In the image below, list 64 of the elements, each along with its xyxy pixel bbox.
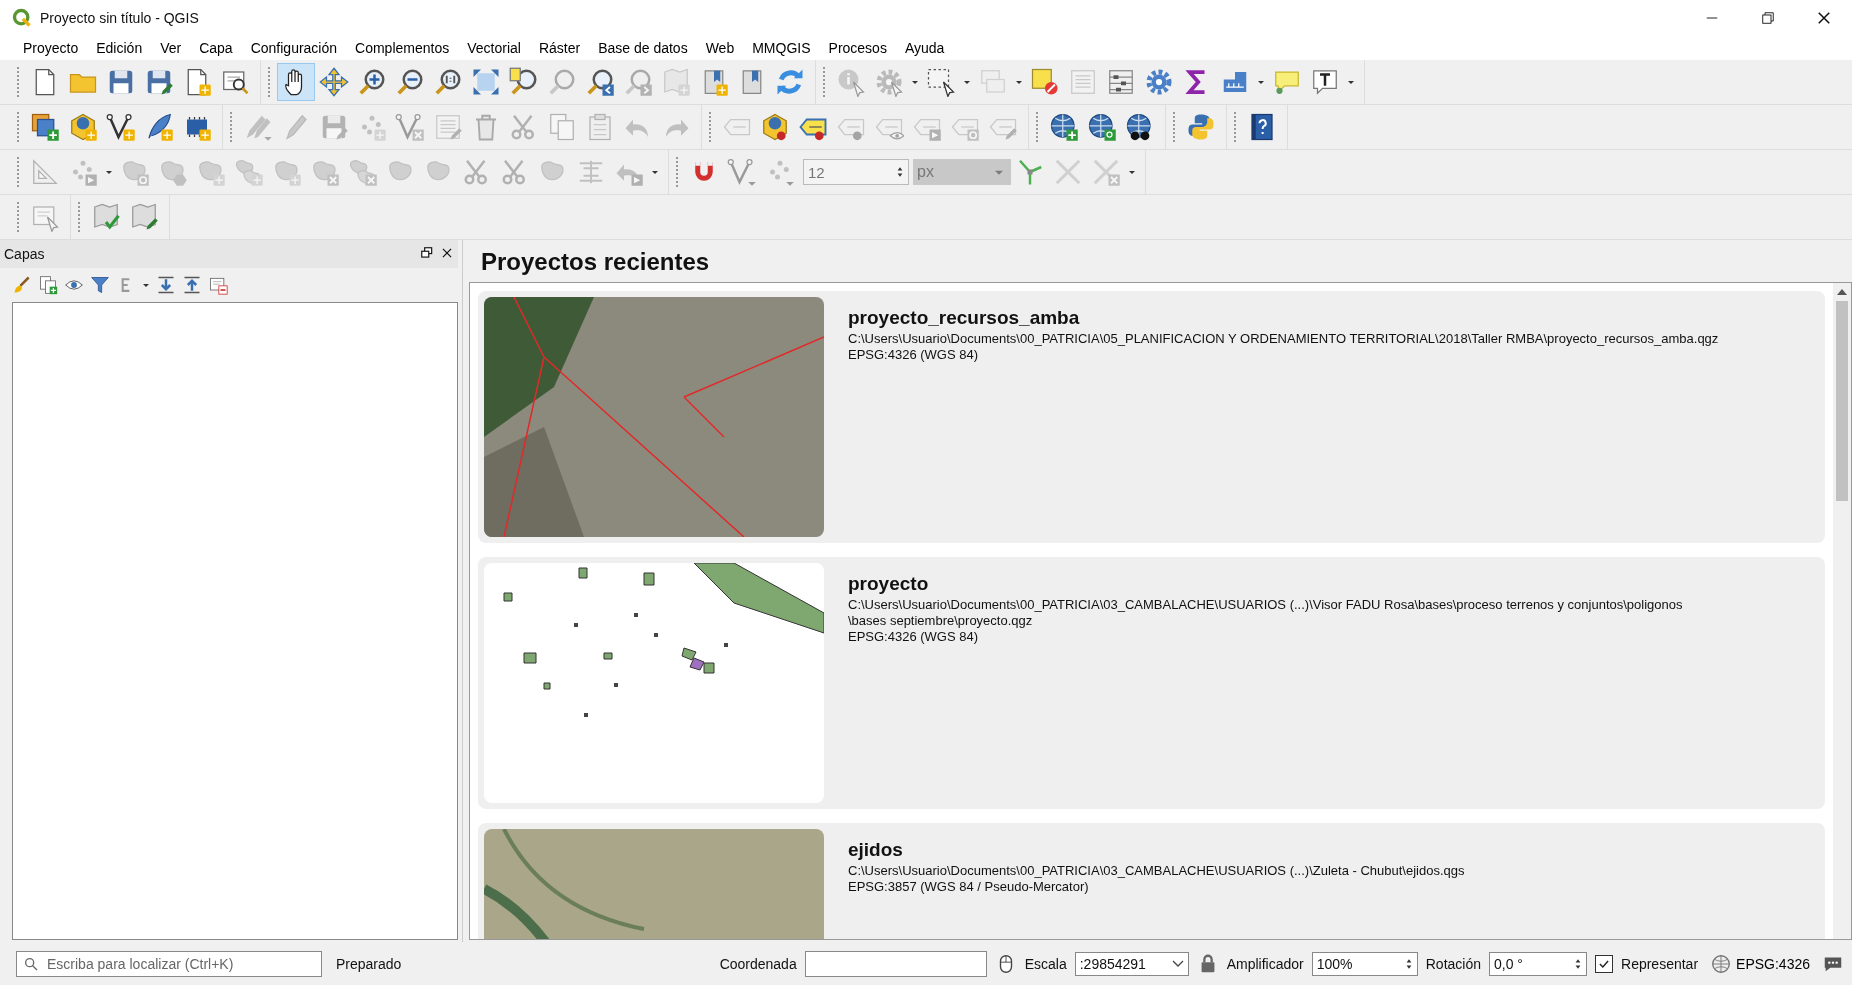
toolbar-handle[interactable]	[1172, 111, 1176, 143]
menu-item[interactable]: Web	[696, 38, 744, 58]
scroll-up-icon[interactable]	[1837, 289, 1847, 295]
menu-item[interactable]: Ráster	[529, 38, 590, 58]
panel-title: Capas	[4, 246, 46, 262]
chevron-down-icon[interactable]	[1171, 959, 1184, 968]
menu-item[interactable]: Ayuda	[895, 38, 954, 58]
locator-search-field[interactable]: Escriba para localizar (Ctrl+K)	[16, 950, 322, 977]
magnifier-label: Amplificador	[1226, 955, 1304, 972]
toolbar-handle[interactable]	[16, 201, 20, 233]
menu-item[interactable]: Proyecto	[14, 38, 88, 58]
project-path: C:\Users\Usuario\Documents\00_PATRICIA\03_CAMBALACHE\USUARIOS (...)\Zuleta - Chubut\ejidos.qgs	[848, 863, 1465, 879]
project-path: \bases septiembre\proyecto.qgz	[848, 613, 1034, 629]
menu-item[interactable]: Edición	[87, 38, 152, 58]
menu-item[interactable]: Capa	[190, 38, 242, 58]
toolbar-handle[interactable]	[708, 111, 712, 143]
menu-item[interactable]: Procesos	[819, 38, 896, 58]
toolbar-handle[interactable]	[1233, 111, 1237, 143]
project-name: proyecto	[848, 573, 930, 595]
toolbar-handle[interactable]	[822, 66, 826, 98]
toolbar-handle[interactable]	[16, 66, 20, 98]
qgis-logo-icon	[12, 8, 32, 28]
toolbar-handle[interactable]	[229, 111, 233, 143]
rotation-spinbox[interactable]: 0,0 °	[1489, 951, 1587, 976]
toolbar-handle[interactable]	[1035, 111, 1039, 143]
coordinate-field[interactable]	[804, 950, 987, 977]
scroll-thumb[interactable]	[1836, 301, 1848, 501]
menu-item[interactable]: Vectorial	[458, 38, 530, 58]
search-icon	[23, 955, 39, 972]
toolbar-handle[interactable]	[675, 156, 679, 188]
project-crs: EPSG:4326 (WGS 84)	[848, 347, 980, 363]
toolbar-handle[interactable]	[77, 201, 81, 233]
window-title: Proyecto sin título - QGIS	[40, 10, 199, 26]
menu-item[interactable]: Ver	[151, 38, 191, 58]
toolbar-handle[interactable]	[267, 66, 271, 98]
scale-label: Escala	[1024, 955, 1067, 972]
menu-item[interactable]: Complementos	[346, 38, 459, 58]
scale-dropdown[interactable]: :29854291	[1074, 951, 1189, 976]
hand-icon[interactable]	[277, 63, 315, 101]
project-card[interactable]: ejidos C:\Users\Usuario\Documents\00_PATRICIA\03_CAMBALACHE\USUARIOS (...)\Zuleta - Chubut\ejidos.qgs EPSG:3857 (WGS 84 / Pseudo-Mercator)	[478, 823, 1825, 939]
status-message: Preparado	[336, 955, 402, 972]
crs-button[interactable]: EPSG:4326	[1706, 952, 1814, 975]
project-card[interactable]: proyecto_recursos_amba C:\Users\Usuario\Documents\00_PATRICIA\05_PLANIFICACION Y ORDENAMIENTO TERRITORIAL\2018\Taller RMBA\proyecto_recursos_amba.qgz EPSG:4326 (WGS 84)	[478, 291, 1825, 543]
render-checkbox[interactable]	[1595, 954, 1613, 973]
section-heading: Proyectos recientes	[480, 247, 711, 277]
project-name: proyecto_recursos_amba	[848, 307, 1081, 329]
menu-item[interactable]: MMQGIS	[743, 38, 820, 58]
coordinate-label: Coordenada	[719, 955, 797, 972]
project-card[interactable]: proyecto C:\Users\Usuario\Documents\00_PATRICIA\03_CAMBALACHE\USUARIOS (...)\Visor FADU Rosa\bases\proceso terrenos y conjuntos\poligonos \bases septiembre\proyecto.qgz EPSG:4326 (WGS 84)	[478, 557, 1825, 809]
project-path: C:\Users\Usuario\Documents\00_PATRICIA\05_PLANIFICACION Y ORDENAMIENTO TERRITORIAL\2018\Taller RMBA\proyecto_recursos_amba.qgz	[848, 331, 1719, 347]
render-label: Representar	[1621, 955, 1699, 972]
project-crs: EPSG:4326 (WGS 84)	[848, 629, 980, 645]
crs-label: EPSG:4326	[1736, 955, 1810, 972]
magnifier-spinbox[interactable]: 100%	[1311, 951, 1418, 976]
menu-item[interactable]: Base de datos	[589, 38, 697, 58]
project-crs: EPSG:3857 (WGS 84 / Pseudo-Mercator)	[848, 879, 1090, 895]
project-path: C:\Users\Usuario\Documents\00_PATRICIA\03_CAMBALACHE\USUARIOS (...)\Visor FADU Rosa\bases\proceso terrenos y conjuntos\poligonos	[848, 597, 1683, 613]
toolbar-handle[interactable]	[16, 111, 20, 143]
rotation-label: Rotación	[1425, 955, 1481, 972]
menu-item[interactable]: Configuración	[241, 38, 347, 58]
globe-icon	[1710, 952, 1733, 975]
project-name: ejidos	[848, 839, 904, 861]
toolbar-handle[interactable]	[16, 156, 20, 188]
scrollbar[interactable]	[1833, 283, 1851, 939]
